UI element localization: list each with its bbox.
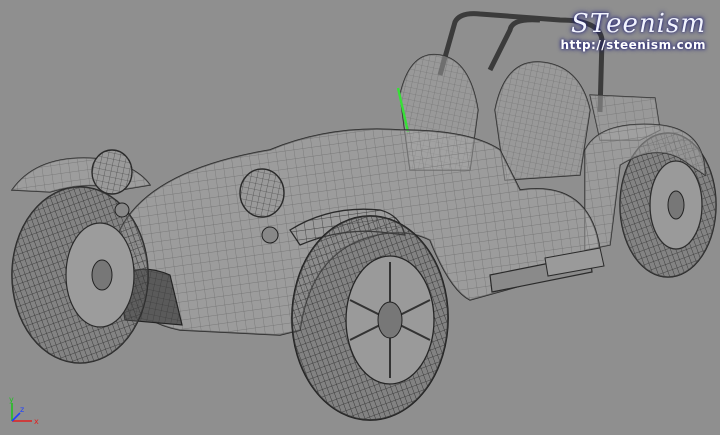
car-wireframe-model[interactable] [0, 0, 720, 435]
3d-viewport[interactable]: STeenism http://steenism.com x y z [0, 0, 720, 435]
axis-gizmo-icon: x y z [9, 395, 39, 426]
front-right-wheel [291, 215, 449, 421]
axis-y-label: y [9, 395, 14, 404]
axis-x-label: x [34, 417, 39, 426]
axis-z-label: z [20, 405, 24, 414]
watermark-url: http://steenism.com [560, 38, 706, 52]
watermark-title: STeenism [571, 9, 706, 39]
watermark: STeenism http://steenism.com [560, 10, 706, 52]
